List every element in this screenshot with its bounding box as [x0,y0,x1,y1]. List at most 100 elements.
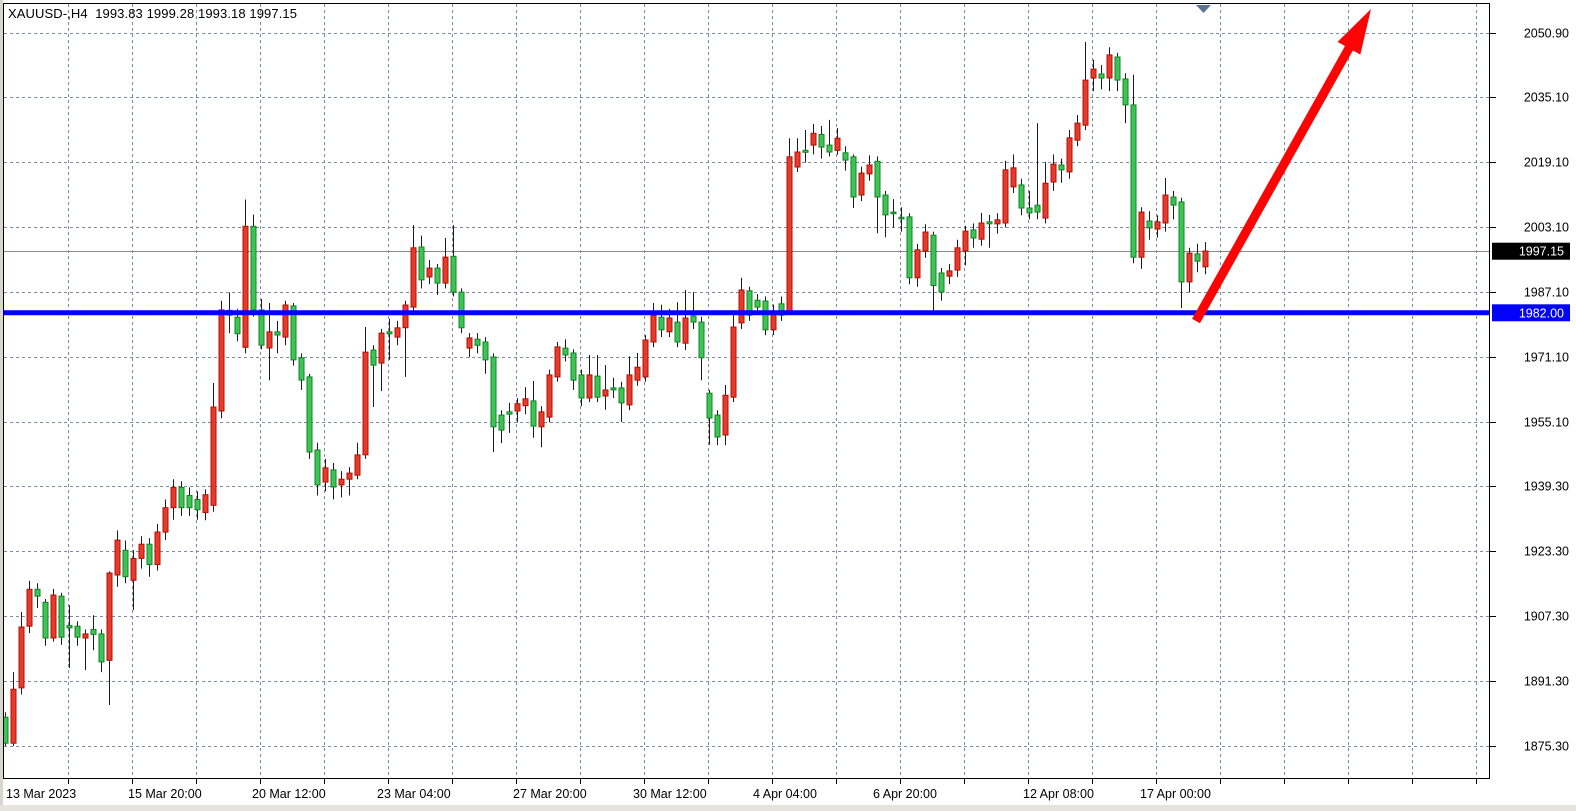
candle [187,496,192,508]
price-axis-label: 2035.10 [1524,91,1569,105]
candle [603,390,608,396]
candle [547,375,552,417]
candle [339,479,344,485]
candle [75,626,80,637]
candle [739,290,744,323]
candle [587,375,592,398]
candle [819,135,824,148]
candle [1187,253,1192,282]
candle [483,342,488,360]
ohlc-title: XAUUSD-,H4 1993.83 1999.28 1993.18 1997.… [8,6,297,21]
candle [35,589,40,596]
trend-arrow-shaft[interactable] [1196,43,1352,321]
candle [475,339,480,345]
candle [1043,183,1048,218]
candle [1171,197,1176,205]
window-frame-bottom [0,805,1576,811]
candle [659,317,664,330]
price-axis-label: 1955.10 [1524,416,1569,430]
candle [931,235,936,285]
time-axis-label: 27 Mar 20:00 [513,787,587,801]
candle [1195,254,1200,261]
chart-border [4,4,1490,779]
candle [619,388,624,403]
candle [395,328,400,337]
candle [219,310,224,411]
candle [907,217,912,278]
time-axis-label: 6 Apr 20:00 [873,787,937,801]
candle [1075,123,1080,140]
price-axis-label: 1875.30 [1524,740,1569,754]
candle [1051,164,1056,182]
candle [963,231,968,251]
candle [427,268,432,277]
candle [411,248,416,307]
candle [539,412,544,427]
candle [1011,168,1016,187]
candle [795,152,800,167]
candle [275,332,280,335]
candle [851,157,856,197]
symbol-period-label: XAUUSD-,H4 [8,6,88,21]
candle [1059,165,1064,170]
chart-shift-marker-icon[interactable] [1196,5,1211,13]
candle [579,375,584,398]
candle [627,375,632,405]
time-axis-label: 23 Mar 04:00 [377,787,451,801]
candle [19,627,24,688]
candle [307,377,312,452]
candle [1091,69,1096,78]
candle [763,301,768,330]
window-frame-left [0,0,3,811]
candle [867,165,872,174]
candle [355,455,360,475]
candle [459,292,464,328]
time-axis-label: 20 Mar 12:00 [252,787,326,801]
price-axis-label: 1971.10 [1524,351,1569,365]
candle [683,318,688,343]
candle [203,495,208,513]
candle [1115,57,1120,80]
candle [99,634,104,662]
candle [507,412,512,414]
candle [147,544,152,564]
candle [67,625,72,627]
price-axis-label: 2019.10 [1524,156,1569,170]
candle [243,226,248,347]
candle [571,353,576,380]
candle [947,271,952,276]
candle [323,468,328,482]
price-axis-label: 2003.10 [1524,221,1569,235]
chart-canvas[interactable]: 2050.902035.102019.102003.101987.101971.… [0,0,1576,811]
price-axis-label: 1939.30 [1524,480,1569,494]
time-axis-label: 12 Apr 08:00 [1023,787,1094,801]
candle [891,212,896,214]
candle [651,315,656,342]
candle [1107,55,1112,78]
trend-arrow-head[interactable] [1338,9,1371,55]
candle [643,340,648,377]
candle [787,157,792,313]
candle [1147,221,1152,228]
candle [731,327,736,397]
candle [211,407,216,505]
candle [267,332,272,348]
candle [1163,195,1168,223]
candle [859,173,864,195]
candle [699,322,704,358]
candle [955,248,960,270]
candle [435,268,440,283]
candle [875,161,880,197]
candle [115,540,120,575]
candle [235,317,240,334]
candle [979,223,984,239]
candle [283,305,288,337]
candle [1067,138,1072,172]
candle [1083,80,1088,125]
candle [419,247,424,280]
price-axis-label: 1907.30 [1524,610,1569,624]
candle [1131,105,1136,257]
candle [491,357,496,427]
candle [1123,79,1128,105]
candle [1155,222,1160,229]
